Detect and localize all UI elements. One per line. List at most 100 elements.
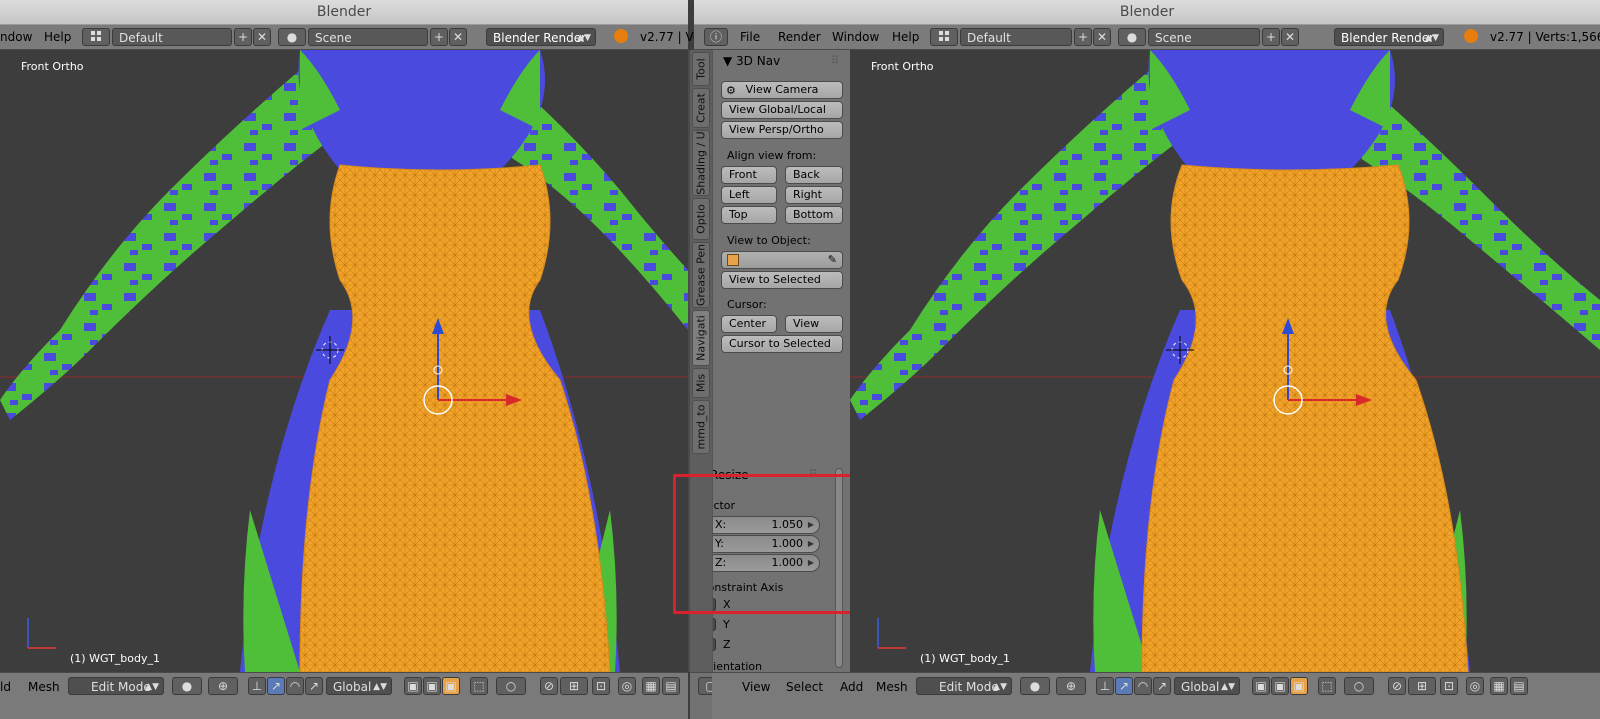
scene-field[interactable]: Scene bbox=[308, 28, 428, 46]
menu-view[interactable]: View bbox=[742, 680, 770, 694]
face-select-icon[interactable]: ▣ bbox=[1290, 677, 1308, 695]
edge-select-icon[interactable]: ▣ bbox=[1271, 677, 1289, 695]
tab-tool[interactable]: Tool bbox=[692, 52, 710, 86]
scale-manipulator-icon[interactable]: ↗ bbox=[305, 677, 323, 695]
tab-grease-pencil[interactable]: Grease Pen bbox=[692, 242, 710, 308]
camera-icon[interactable]: ▦ bbox=[642, 677, 660, 695]
camera-icon[interactable]: ▦ bbox=[1490, 677, 1508, 695]
scene-icon[interactable]: ● bbox=[1118, 28, 1146, 46]
cursor-center-button[interactable]: Center bbox=[721, 315, 777, 333]
snap-toggle-icon[interactable]: ⊘ bbox=[1388, 677, 1406, 695]
vertex-select-icon[interactable]: ▣ bbox=[1252, 677, 1270, 695]
menu-mesh[interactable]: Mesh bbox=[28, 680, 60, 694]
left-button[interactable]: Left bbox=[721, 186, 777, 204]
translate-manipulator-icon[interactable]: ↗ bbox=[267, 677, 285, 695]
menu-file[interactable]: File bbox=[740, 30, 760, 44]
manipulator-toggle[interactable]: ⊥ bbox=[1096, 677, 1114, 695]
drag-grip-icon[interactable]: ⠿ bbox=[809, 468, 817, 481]
edge-select-icon[interactable]: ▣ bbox=[423, 677, 441, 695]
bottom-button[interactable]: Bottom bbox=[785, 206, 843, 224]
remove-scene-button[interactable]: ✕ bbox=[1281, 28, 1299, 46]
manipulator-toggle[interactable]: ⊥ bbox=[248, 677, 266, 695]
snap-element-select[interactable]: ⊞ bbox=[560, 677, 588, 695]
menu-add[interactable]: ld bbox=[0, 680, 11, 694]
menu-window[interactable]: ndow bbox=[0, 30, 32, 44]
viewport-right[interactable]: Front Ortho (1) WGT_body_1 bbox=[850, 50, 1600, 672]
snap-target-icon[interactable]: ⊡ bbox=[592, 677, 610, 695]
view-global-local-button[interactable]: View Global/Local bbox=[721, 101, 843, 119]
resize-x-field[interactable]: ◀X:1.050▶ bbox=[713, 516, 820, 534]
render-icon[interactable]: ◎ bbox=[1466, 677, 1484, 695]
translate-manipulator-icon[interactable]: ↗ bbox=[1115, 677, 1133, 695]
add-scene-button[interactable]: + bbox=[430, 28, 448, 46]
menu-add[interactable]: Add bbox=[840, 680, 863, 694]
cursor-view-button[interactable]: View bbox=[785, 315, 843, 333]
film-icon[interactable]: ▤ bbox=[1510, 677, 1528, 695]
rotate-manipulator-icon[interactable]: ◠ bbox=[1134, 677, 1152, 695]
add-scene-button[interactable]: + bbox=[1262, 28, 1280, 46]
remove-scene-button[interactable]: ✕ bbox=[449, 28, 467, 46]
add-layout-button[interactable]: + bbox=[1074, 28, 1092, 46]
front-button[interactable]: Front bbox=[721, 166, 777, 184]
view-to-selected-button[interactable]: View to Selected bbox=[721, 271, 843, 289]
view-persp-ortho-button[interactable]: View Persp/Ortho bbox=[721, 121, 843, 139]
cursor-to-selected-button[interactable]: Cursor to Selected bbox=[721, 335, 843, 353]
drag-grip-icon[interactable]: ⠿ bbox=[831, 54, 839, 67]
snap-toggle-icon[interactable]: ⊘ bbox=[540, 677, 558, 695]
menu-mesh[interactable]: Mesh bbox=[876, 680, 908, 694]
screen-layout-icon[interactable] bbox=[82, 28, 110, 46]
viewport-shading-select[interactable]: ● bbox=[1020, 677, 1050, 695]
remove-layout-button[interactable]: ✕ bbox=[1093, 28, 1111, 46]
resize-z-field[interactable]: ◀Z:1.000▶ bbox=[713, 554, 820, 572]
film-icon[interactable]: ▤ bbox=[662, 677, 680, 695]
right-button[interactable]: Right bbox=[785, 186, 843, 204]
viewport-shading-select[interactable]: ● bbox=[172, 677, 202, 695]
viewport-left[interactable]: Front Ortho (1) WGT_body_1 bbox=[0, 50, 688, 672]
render-engine-select[interactable]: Blender Render ▲▼ bbox=[1334, 28, 1444, 46]
remove-layout-button[interactable]: ✕ bbox=[253, 28, 271, 46]
mode-select[interactable]: Edit Mode ▲▼ bbox=[68, 677, 164, 695]
tab-shading-uvs[interactable]: Shading / U bbox=[692, 130, 710, 196]
constraint-y-checkbox[interactable] bbox=[713, 618, 716, 631]
menu-select[interactable]: Select bbox=[786, 680, 823, 694]
scene-icon[interactable]: ● bbox=[278, 28, 306, 46]
info-editor-icon[interactable]: ⓘ bbox=[704, 28, 728, 46]
constraint-z-checkbox[interactable] bbox=[713, 638, 716, 651]
tab-mmd-tools[interactable]: mmd_to bbox=[692, 400, 710, 454]
scale-manipulator-icon[interactable]: ↗ bbox=[1153, 677, 1171, 695]
pivot-point-select[interactable]: ⊕ bbox=[208, 677, 238, 695]
snap-element-select[interactable]: ⊞ bbox=[1408, 677, 1436, 695]
tab-options[interactable]: Optio bbox=[692, 198, 710, 240]
constraint-x-checkbox[interactable] bbox=[713, 598, 716, 611]
screen-layout-field[interactable]: Default bbox=[112, 28, 232, 46]
transform-orientation-select[interactable]: Global ▲▼ bbox=[1174, 677, 1240, 695]
menu-help[interactable]: Help bbox=[44, 30, 71, 44]
snap-target-icon[interactable]: ⊡ bbox=[1440, 677, 1458, 695]
panel-header-3d-nav[interactable]: ▼ 3D Nav bbox=[723, 54, 780, 68]
face-select-icon[interactable]: ▣ bbox=[442, 677, 460, 695]
top-button[interactable]: Top bbox=[721, 206, 777, 224]
object-picker-field[interactable]: ✎ bbox=[721, 251, 843, 269]
panel-header-resize[interactable]: ▼ Resize bbox=[713, 468, 749, 482]
eyedropper-icon[interactable]: ✎ bbox=[828, 252, 837, 268]
screen-layout-icon[interactable] bbox=[930, 28, 958, 46]
tab-create[interactable]: Creat bbox=[692, 88, 710, 128]
tab-misc[interactable]: Mis bbox=[692, 368, 710, 398]
render-engine-select[interactable]: Blender Render ▲▼ bbox=[486, 28, 596, 46]
screen-layout-field[interactable]: Default bbox=[960, 28, 1072, 46]
proportional-edit-select[interactable]: ○ bbox=[1344, 677, 1374, 695]
vertex-select-icon[interactable]: ▣ bbox=[404, 677, 422, 695]
menu-help[interactable]: Help bbox=[892, 30, 919, 44]
mode-select[interactable]: Edit Mode ▲▼ bbox=[916, 677, 1012, 695]
proportional-edit-select[interactable]: ○ bbox=[496, 677, 526, 695]
rotate-manipulator-icon[interactable]: ◠ bbox=[286, 677, 304, 695]
back-button[interactable]: Back bbox=[785, 166, 843, 184]
tab-navigation[interactable]: Navigati bbox=[692, 310, 710, 366]
occlude-geometry-icon[interactable]: ⬚ bbox=[470, 677, 488, 695]
pivot-point-select[interactable]: ⊕ bbox=[1056, 677, 1086, 695]
menu-render[interactable]: Render bbox=[778, 30, 821, 44]
menu-window[interactable]: Window bbox=[832, 30, 879, 44]
resize-y-field[interactable]: ◀Y:1.000▶ bbox=[713, 535, 820, 553]
operator-panel-scrollbar[interactable] bbox=[835, 468, 843, 668]
occlude-geometry-icon[interactable]: ⬚ bbox=[1318, 677, 1336, 695]
